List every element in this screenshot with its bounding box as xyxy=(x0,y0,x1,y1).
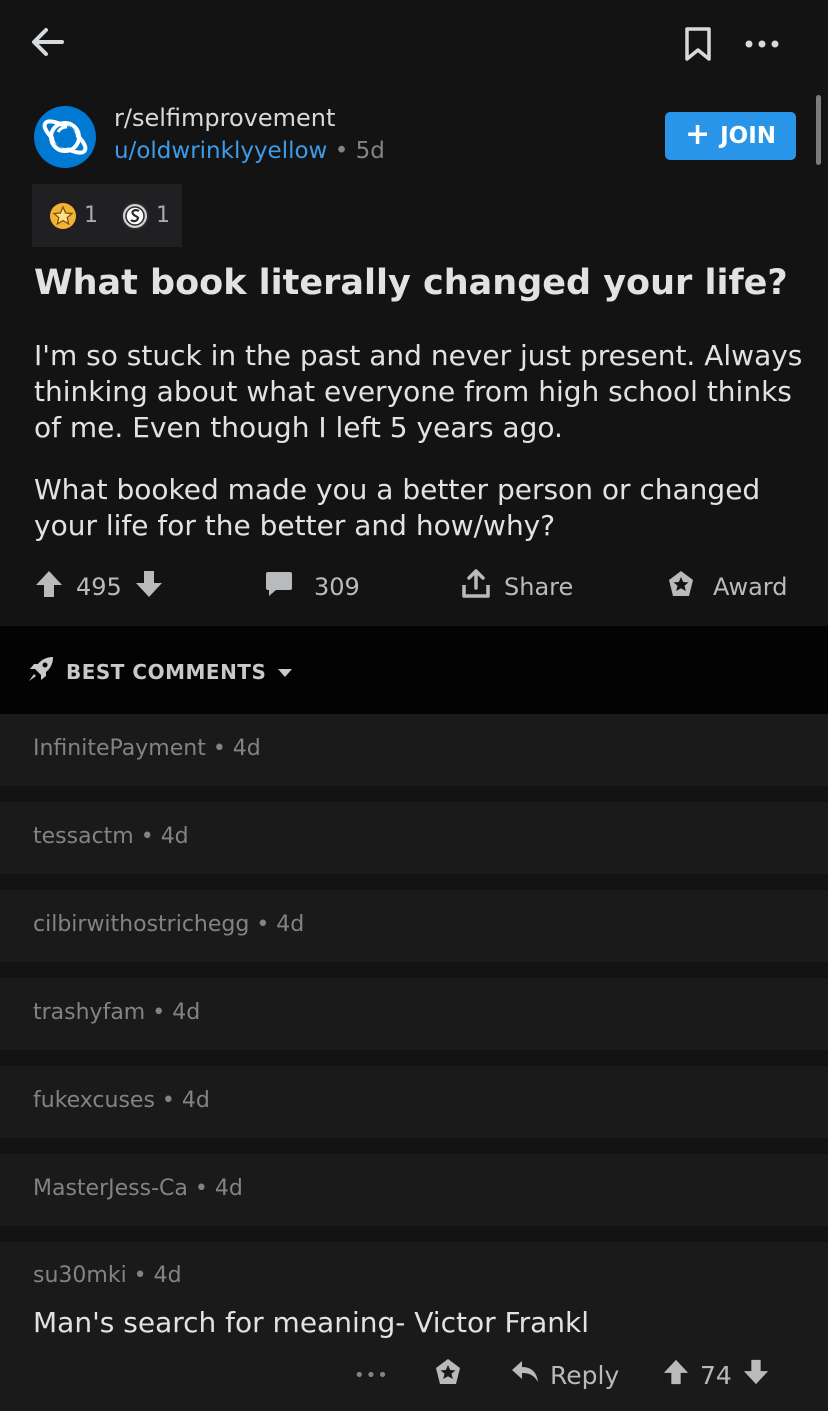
planet-icon xyxy=(42,119,88,155)
silver-award-count: 1 xyxy=(156,203,170,228)
comment-author[interactable]: fukexcuses xyxy=(33,1088,155,1113)
comment-age: 4d xyxy=(181,1088,210,1113)
upvote-icon[interactable] xyxy=(662,1357,690,1393)
reply-button[interactable]: Reply xyxy=(510,1352,619,1398)
comment-age: 4d xyxy=(172,1000,201,1025)
comment-more-button[interactable]: ••• xyxy=(354,1352,389,1398)
plus-icon: + xyxy=(684,116,711,152)
comments-button[interactable]: 309 xyxy=(264,560,360,614)
comment-author[interactable]: InfinitePayment xyxy=(33,736,206,761)
comment-vote-controls: 74 xyxy=(662,1352,770,1398)
comments-count: 309 xyxy=(314,573,360,601)
collapsed-comment[interactable]: tessactm • 4d xyxy=(0,802,828,874)
comment-age: 4d xyxy=(153,1263,182,1288)
award-button[interactable]: Award xyxy=(665,560,787,614)
award-icon xyxy=(432,1356,464,1394)
share-button[interactable]: Share xyxy=(460,560,573,614)
more-options-icon[interactable] xyxy=(742,28,782,58)
reply-label: Reply xyxy=(550,1360,620,1390)
comment-author[interactable]: cilbirwithostrichegg xyxy=(33,912,249,937)
bookmark-icon[interactable] xyxy=(682,26,714,62)
comment-author[interactable]: MasterJess-Ca xyxy=(33,1176,188,1201)
reply-arrow-icon xyxy=(510,1359,540,1391)
comment-award-button[interactable] xyxy=(432,1352,464,1398)
join-button[interactable]: + JOIN xyxy=(665,112,796,160)
post-actions: 495 309 Share Award xyxy=(0,560,828,614)
sort-label: BEST COMMENTS xyxy=(66,659,267,684)
post-author[interactable]: u/oldwrinklyyellow xyxy=(114,138,327,164)
upvote-icon[interactable] xyxy=(34,568,64,606)
more-dots-icon: ••• xyxy=(354,1364,389,1386)
collapsed-comment[interactable]: InfinitePayment • 4d xyxy=(0,714,828,786)
subreddit-avatar[interactable] xyxy=(34,106,96,168)
comment-age: 4d xyxy=(276,912,305,937)
vote-controls: 495 xyxy=(34,560,164,614)
share-label: Share xyxy=(504,573,574,601)
scrollbar[interactable] xyxy=(816,95,821,165)
meta-separator: • xyxy=(334,138,349,164)
comment-author[interactable]: tessactm xyxy=(33,824,134,849)
comment-bubble-icon xyxy=(264,570,294,604)
back-arrow-icon[interactable] xyxy=(26,22,70,62)
chevron-down-icon xyxy=(276,660,294,684)
top-bar xyxy=(0,0,828,90)
collapsed-comment[interactable]: fukexcuses • 4d xyxy=(0,1066,828,1138)
subreddit-name[interactable]: r/selfimprovement xyxy=(114,104,335,132)
comment-age: 4d xyxy=(232,736,261,761)
join-label: JOIN xyxy=(720,123,777,149)
star-award-icon xyxy=(48,201,78,231)
post-paragraph: What booked made you a better person or … xyxy=(34,473,761,542)
post-body: I'm so stuck in the past and never just … xyxy=(34,338,804,570)
comment-actions: ••• Reply 74 xyxy=(0,1352,828,1398)
collapsed-comment[interactable]: cilbirwithostrichegg • 4d xyxy=(0,890,828,962)
post-score: 495 xyxy=(76,573,122,601)
expanded-comment: su30mki • 4d Man's search for meaning- V… xyxy=(0,1242,828,1411)
post-title: What book literally changed your life? xyxy=(34,263,788,303)
share-icon xyxy=(460,568,492,606)
collapsed-comment[interactable]: trashyfam • 4d xyxy=(0,978,828,1050)
award-label: Award xyxy=(713,573,788,601)
comment-sort-bar[interactable]: BEST COMMENTS xyxy=(0,626,828,715)
rocket-icon xyxy=(26,654,56,689)
downvote-icon[interactable] xyxy=(134,568,164,606)
sort-selector[interactable]: BEST COMMENTS xyxy=(26,654,294,689)
post-paragraph: I'm so stuck in the past and never just … xyxy=(34,339,803,444)
comment-age: 4d xyxy=(214,1176,243,1201)
comment-age: 4d xyxy=(160,824,189,849)
post-meta: u/oldwrinklyyellow • 5d xyxy=(114,138,385,164)
post-age: 5d xyxy=(355,138,385,164)
comment-score: 74 xyxy=(700,1360,732,1390)
downvote-icon[interactable] xyxy=(742,1357,770,1393)
awards-bar[interactable]: 1 1 xyxy=(32,184,182,247)
comment-author[interactable]: su30mki xyxy=(33,1263,127,1288)
star-award-count: 1 xyxy=(84,203,98,228)
comment-author[interactable]: trashyfam xyxy=(33,1000,145,1025)
silver-award-icon xyxy=(120,201,150,231)
award-icon xyxy=(665,568,697,606)
collapsed-comment[interactable]: MasterJess-Ca • 4d xyxy=(0,1154,828,1226)
comment-text: Man's search for meaning- Victor Frankl xyxy=(33,1306,589,1339)
